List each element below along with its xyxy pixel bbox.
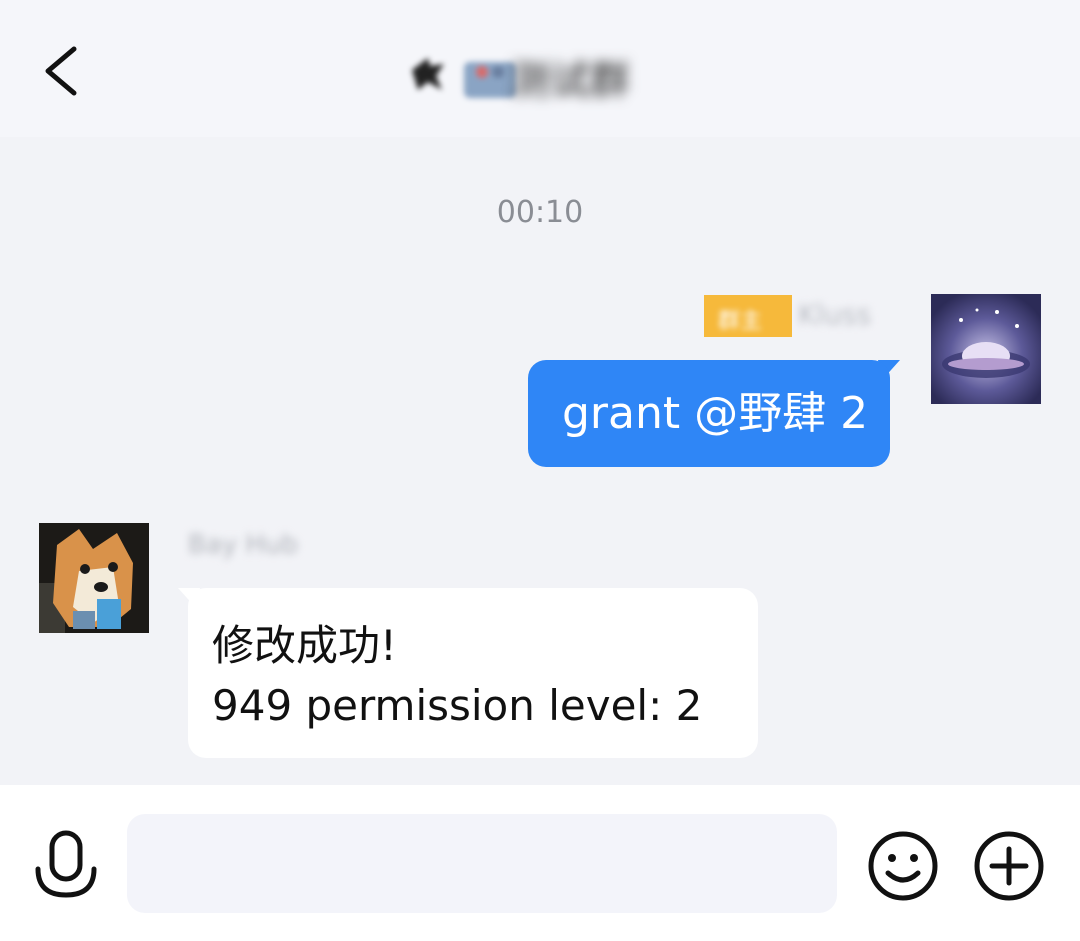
outgoing-message-bubble[interactable]: grant @野肆 2 [528, 360, 890, 467]
chat-header: 测试群 [0, 0, 1080, 137]
voice-button[interactable] [30, 829, 102, 907]
message-timestamp: 00:10 [496, 195, 584, 230]
incoming-message-line-1: 修改成功! [212, 621, 397, 670]
message-input-bar [0, 785, 1080, 941]
group-icon [408, 54, 448, 94]
chat-title[interactable]: 测试群 [400, 40, 690, 104]
incoming-message-line-2: 949 permission level: 2 [212, 681, 703, 730]
avatar-outgoing[interactable] [931, 294, 1041, 404]
incoming-message-bubble[interactable]: 修改成功! 949 permission level: 2 [188, 588, 758, 758]
avatar-incoming[interactable] [39, 523, 149, 633]
microphone-icon [35, 830, 97, 898]
more-actions-button[interactable] [972, 829, 1046, 903]
chevron-left-icon [45, 46, 77, 96]
back-button[interactable] [30, 35, 100, 105]
planet-avatar-icon [931, 294, 1041, 404]
plus-circle-icon [974, 831, 1044, 901]
smiley-icon [868, 831, 938, 901]
message-input[interactable] [127, 814, 837, 913]
title-emoji-icon [464, 52, 516, 98]
sender-name-incoming: Bay Hub [188, 530, 298, 560]
emoji-button[interactable] [866, 829, 940, 903]
role-badge: 群主 [704, 295, 792, 337]
sender-name-outgoing: Kluss [798, 298, 872, 331]
chat-title-text: 测试群 [510, 58, 630, 104]
shiba-avatar-icon [39, 523, 149, 633]
